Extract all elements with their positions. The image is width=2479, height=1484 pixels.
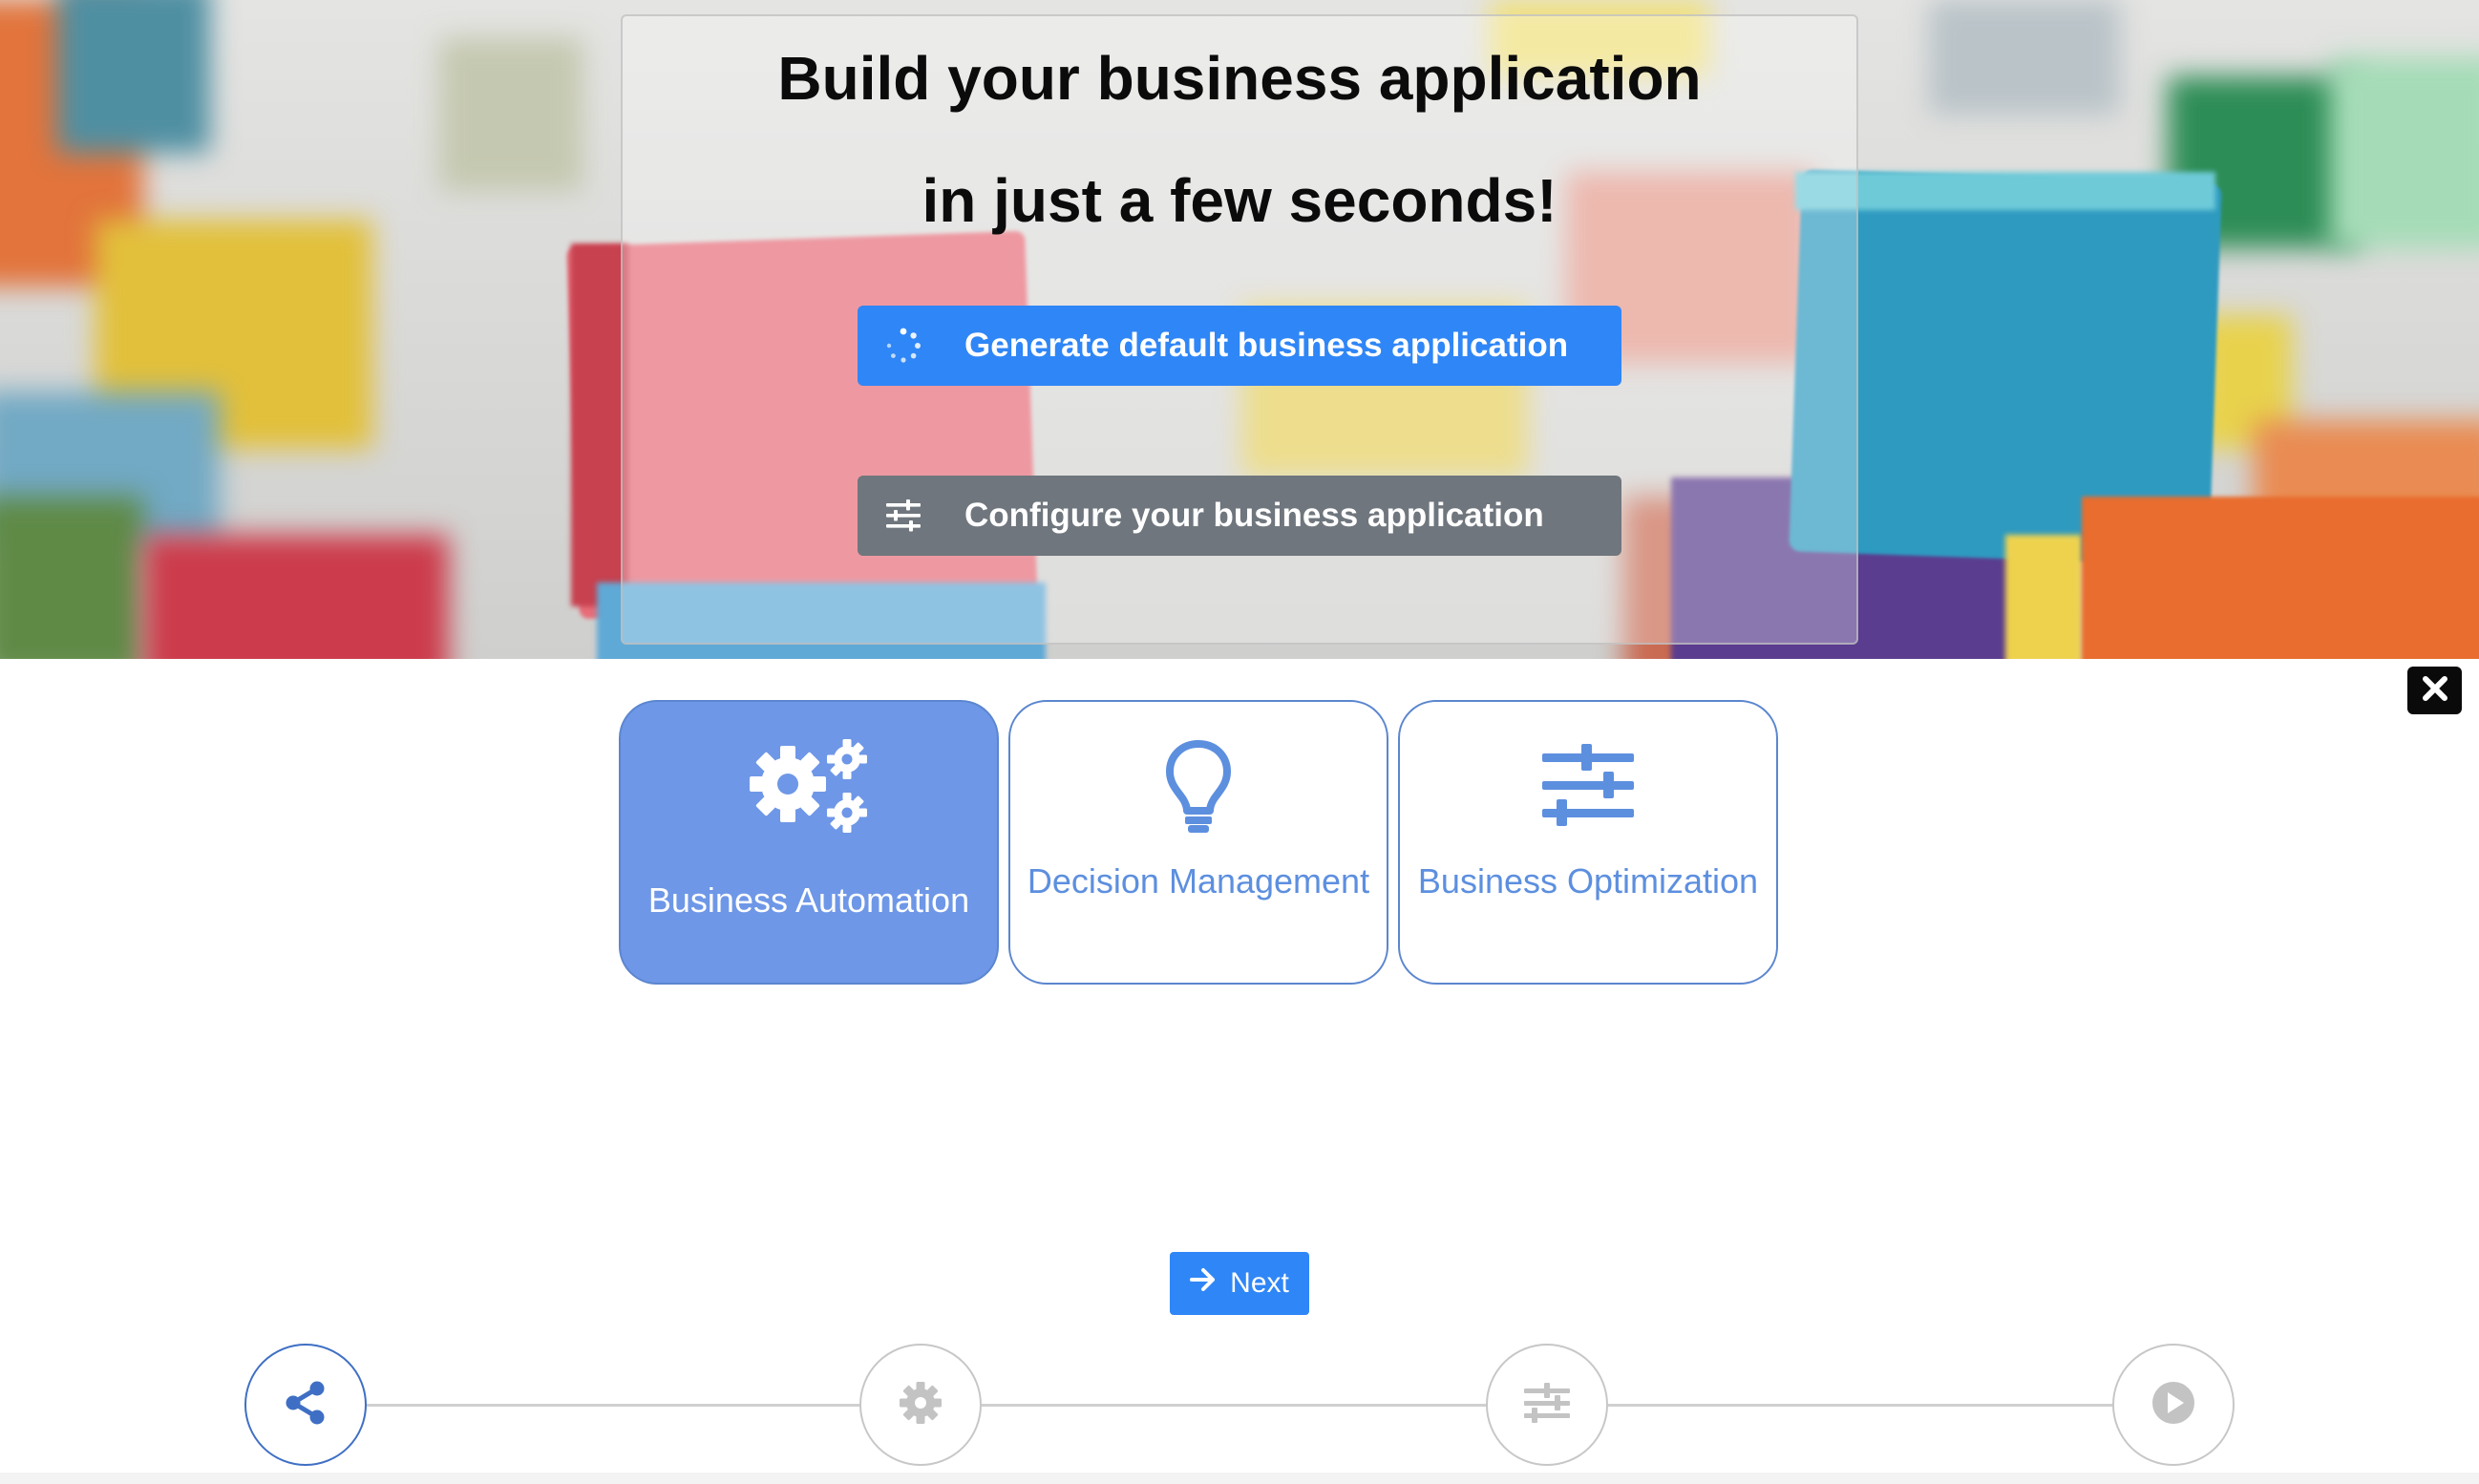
close-button[interactable]	[2407, 667, 2462, 714]
bg-block-red	[143, 535, 449, 659]
sliders-icon	[1400, 738, 1776, 834]
spinner-icon	[884, 327, 922, 365]
lightbulb-icon	[1010, 738, 1387, 834]
step-share[interactable]	[244, 1344, 367, 1466]
stepper-connector	[982, 1404, 1486, 1407]
step-gear[interactable]	[859, 1344, 982, 1466]
step-sliders[interactable]	[1486, 1344, 1608, 1466]
configure-app-label: Configure your business application	[964, 497, 1544, 534]
bg-block-pale	[1929, 0, 2120, 115]
step-play[interactable]	[2112, 1344, 2235, 1466]
stepper-connector	[367, 1404, 861, 1407]
fg-block-yellow-pillar	[2005, 535, 2082, 659]
fg-block-orange	[2082, 497, 2479, 659]
arrow-right-icon	[1190, 1267, 1217, 1300]
fg-block-pink-side	[571, 244, 628, 606]
share-icon	[282, 1379, 329, 1431]
bg-block-green	[0, 497, 143, 659]
stepper-connector	[1608, 1404, 2114, 1407]
generate-default-app-button[interactable]: Generate default business application	[858, 306, 1621, 386]
card-decision-management[interactable]: Decision Management	[1008, 700, 1388, 985]
fg-block-blue-top	[1795, 172, 2215, 210]
play-icon	[2150, 1379, 2197, 1431]
sliders-icon	[1523, 1382, 1571, 1429]
hero-banner: Build your business application in just …	[0, 0, 2479, 659]
card-label: Business Optimization	[1417, 861, 1759, 901]
bg-block-grey	[439, 38, 583, 191]
configure-app-button[interactable]: Configure your business application	[858, 476, 1621, 556]
cogs-icon	[621, 738, 997, 834]
bottom-strip	[0, 1473, 2479, 1484]
next-label: Next	[1230, 1267, 1289, 1299]
card-label: Business Automation	[647, 880, 970, 920]
close-icon	[2421, 674, 2449, 708]
next-button[interactable]: Next	[1170, 1252, 1309, 1315]
bg-block-mint	[2330, 57, 2479, 248]
bg-block-teal	[57, 0, 210, 153]
hero-title-line1: Build your business application	[777, 44, 1702, 113]
card-business-automation[interactable]: Business Automation	[619, 700, 999, 985]
sliders-icon	[884, 497, 922, 535]
hero-title-line2: in just a few seconds!	[922, 166, 1557, 235]
card-label: Decision Management	[1027, 861, 1370, 901]
generate-default-app-label: Generate default business application	[964, 327, 1569, 364]
card-business-optimization[interactable]: Business Optimization	[1398, 700, 1778, 985]
gear-icon	[898, 1380, 943, 1431]
